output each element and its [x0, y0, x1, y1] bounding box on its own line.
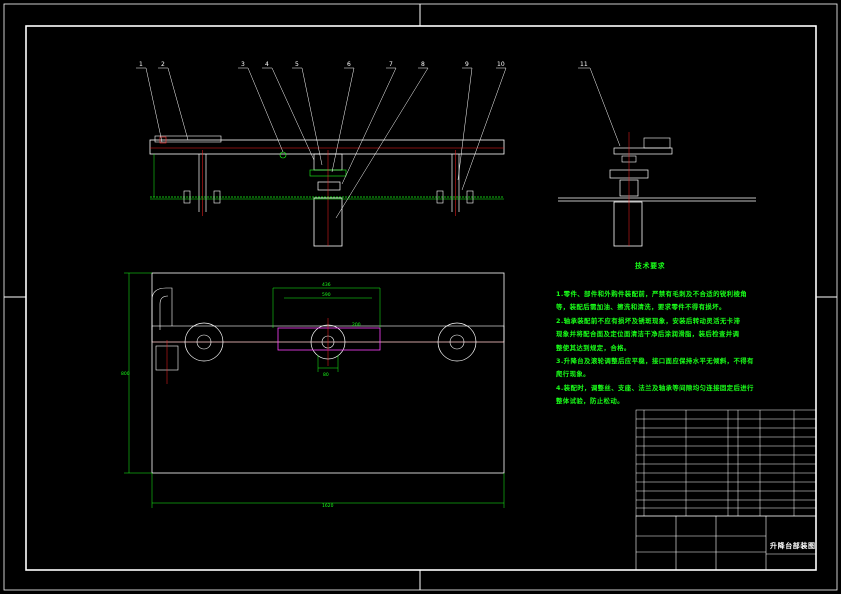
- leader-label-4: 4: [265, 61, 269, 68]
- dim-gap: 80: [323, 372, 329, 378]
- leader-label-5: 5: [295, 61, 299, 68]
- front-elevation-view: [149, 135, 505, 247]
- dimension-values: 1620 800 436 590 200 80: [121, 282, 361, 509]
- part-leader-labels: 1 2 3 4 5 6 7 8 9 10 11: [139, 61, 588, 68]
- dim-upper-span: 436: [322, 282, 331, 288]
- note-line: 整使其达到规定，合格。: [556, 343, 631, 352]
- note-line: 整体试验，防止松动。: [556, 397, 624, 406]
- note-line: 爬行现象。: [556, 370, 590, 379]
- leader-label-11: 11: [580, 61, 588, 68]
- technical-requirements-title: 技术要求: [635, 262, 666, 270]
- leader-label-1: 1: [139, 61, 143, 68]
- dim-plate-width: 590: [322, 292, 331, 298]
- dim-overall-width: 1620: [322, 503, 334, 509]
- leader-label-2: 2: [161, 61, 165, 68]
- dim-overall-height: 800: [121, 371, 130, 377]
- side-elevation-view: [558, 132, 756, 247]
- leader-label-7: 7: [389, 61, 393, 68]
- technical-requirements-notes: 1.零件、部件和外购件装配前，严禁有毛刺及不合适的锐利棱角 等，装配后需加油、擦…: [556, 288, 756, 409]
- note-line: 4.装配时，调整丝、支座、法兰及轴承等间隙均匀连接固定后进行: [556, 383, 754, 392]
- note-line: 1.零件、部件和外购件装配前，严禁有毛刺及不合适的锐利棱角: [556, 290, 748, 298]
- note-line: 2.轴承装配前不应有损坏及锈斑现象，安装后转动灵活无卡滞: [556, 316, 741, 325]
- dim-slot-width: 200: [352, 322, 361, 328]
- parts-list-table: [635, 409, 817, 517]
- note-line: 现象并将配合面及定位面清洁干净后涂润滑脂，装后检查并调: [556, 330, 740, 339]
- note-line: 3.升降台及滚轮调整后应平稳，接口面应保持水平无倾斜，不得有: [556, 357, 754, 366]
- leader-label-3: 3: [241, 61, 245, 68]
- leader-label-9: 9: [465, 61, 469, 68]
- drawing-title: 升降台部装图: [770, 542, 816, 550]
- leader-label-8: 8: [421, 61, 425, 68]
- part-leaders: [136, 67, 621, 219]
- note-line: 等，装配后需加油、擦洗和清洗，要求零件不得有损坏。: [556, 303, 726, 312]
- leader-label-10: 10: [497, 61, 505, 68]
- leader-label-6: 6: [347, 61, 351, 68]
